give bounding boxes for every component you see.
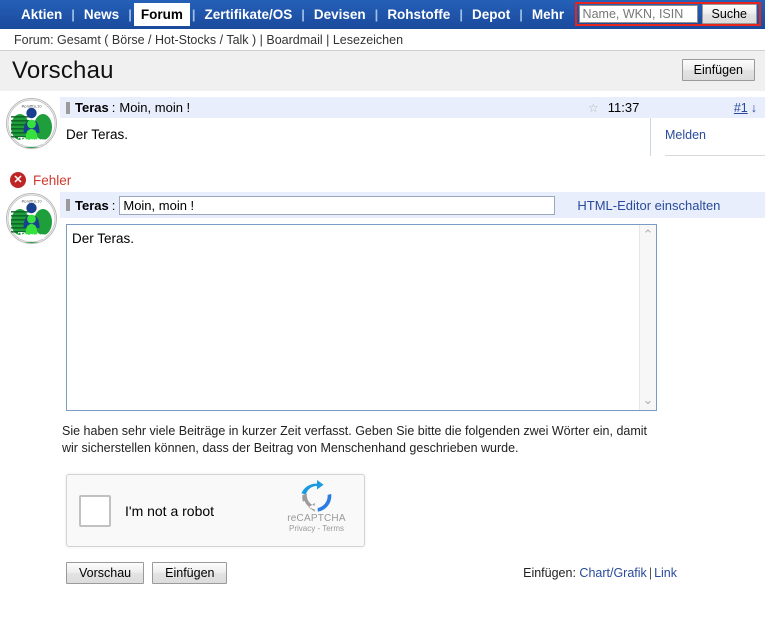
page-title: Vorschau [12, 57, 114, 84]
nav-separator: | [128, 7, 132, 22]
post-main: Teras : Moin, moin ! ☆ 11:37 #1 ↓ Der Ter… [60, 97, 765, 156]
star-icon[interactable]: ☆ [588, 102, 599, 114]
breadcrumb-text[interactable]: Forum: Gesamt ( Börse / Hot-Stocks / Tal… [14, 33, 403, 47]
post-number-group: #1 ↓ [734, 101, 757, 115]
error-message: ✕ Fehler [0, 156, 765, 190]
post-header: Teras : Moin, moin ! ☆ 11:37 #1 ↓ [60, 97, 765, 118]
post-time-group: ☆ 11:37 [588, 100, 639, 115]
recaptcha-brand: reCAPTCHA Privacy - Terms [279, 480, 354, 533]
top-navigation-bar: Aktien | News | Forum | Zertifikate/OS |… [0, 0, 765, 29]
nav-item-mehr[interactable]: Mehr [525, 3, 571, 26]
recaptcha-label: I'm not a robot [125, 502, 215, 519]
edit-form: Teras #profito.10 Teras : HTML-Editor ei… [0, 190, 765, 411]
post-separator: : [111, 100, 116, 115]
form-main: Teras : HTML-Editor einschalten ⌃ ⌄ [60, 192, 765, 411]
error-icon: ✕ [10, 172, 26, 188]
svg-text:#profito.10: #profito.10 [21, 105, 42, 109]
user-mark-icon [66, 199, 70, 211]
chart-grafik-link[interactable]: Chart/Grafik [579, 566, 646, 580]
side-divider [665, 155, 765, 156]
avatar-image: Teras #profito.10 [7, 99, 56, 148]
form-separator: : [111, 197, 116, 213]
footer-actions: Vorschau Einfügen Einfügen: Chart/Grafik… [0, 561, 765, 585]
down-arrow-icon[interactable]: ↓ [748, 101, 757, 115]
page-title-bar: Vorschau Einfügen [0, 51, 765, 91]
svg-text:Teras: Teras [18, 137, 45, 147]
recaptcha-logo-icon [300, 480, 331, 512]
post-body-text: Der Teras. [60, 118, 651, 156]
nav-separator: | [374, 7, 379, 22]
scroll-up-icon[interactable]: ⌃ [643, 228, 654, 241]
avatar-column: Teras #profito.10 [0, 97, 60, 156]
form-avatar-column: Teras #profito.10 [0, 192, 60, 411]
nav-separator: | [71, 7, 75, 22]
insert-links-group: Einfügen: Chart/Grafik | Link [523, 566, 677, 580]
captcha-hint-text: Sie haben sehr viele Beiträge in kurzer … [62, 424, 648, 455]
nav-separator: | [519, 7, 523, 22]
body-textarea[interactable] [66, 224, 657, 411]
preview-post: Teras #profito.10 Teras : Moin, moin ! ☆… [0, 91, 765, 156]
nav-item-aktien[interactable]: Aktien [14, 3, 69, 26]
avatar-image: Teras #profito.10 [7, 194, 56, 243]
links-separator: | [648, 566, 653, 580]
nav-item-news[interactable]: News [77, 3, 126, 26]
scroll-down-icon[interactable]: ⌄ [643, 393, 654, 406]
avatar[interactable]: Teras #profito.10 [6, 98, 57, 149]
link-link[interactable]: Link [654, 566, 677, 580]
nav-item-depot[interactable]: Depot [465, 3, 517, 26]
user-mark-icon [66, 101, 70, 114]
recaptcha-terms[interactable]: Privacy - Terms [279, 524, 354, 533]
nav-item-forum[interactable]: Forum [133, 3, 190, 26]
breadcrumb: Forum: Gesamt ( Börse / Hot-Stocks / Tal… [0, 29, 765, 51]
preview-button[interactable]: Vorschau [66, 562, 145, 584]
form-header: Teras : HTML-Editor einschalten [60, 192, 765, 218]
nav-separator: | [301, 7, 305, 22]
insert-prefix-label: Einfügen: [523, 566, 576, 580]
post-body-row: Der Teras. Melden [60, 118, 765, 156]
post-username[interactable]: Teras [75, 100, 109, 115]
search-highlight-box: Suche [574, 2, 761, 26]
recaptcha-widget[interactable]: I'm not a robot reCAPTCHA Privacy - Term… [66, 474, 365, 547]
nav-separator: | [191, 7, 196, 22]
search-button[interactable]: Suche [701, 4, 757, 24]
avatar[interactable]: Teras #profito.10 [6, 193, 57, 244]
nav-item-zertifikate-os[interactable]: Zertifikate/OS [197, 3, 299, 26]
form-username: Teras [75, 197, 109, 213]
post-time: 11:37 [607, 100, 640, 115]
post-number-link[interactable]: #1 [734, 101, 748, 115]
search-input[interactable] [578, 5, 698, 23]
body-textarea-wrapper: ⌃ ⌄ [66, 224, 657, 411]
svg-text:Teras: Teras [18, 232, 45, 242]
recaptcha-checkbox[interactable] [79, 494, 111, 527]
insert-button-bottom[interactable]: Einfügen [152, 562, 228, 584]
svg-text:#profito.10: #profito.10 [21, 200, 42, 204]
report-link[interactable]: Melden [665, 128, 706, 142]
nav-item-devisen[interactable]: Devisen [307, 3, 373, 26]
subject-input[interactable] [119, 195, 556, 215]
post-subject: Moin, moin ! [119, 100, 191, 115]
textarea-scrollbar[interactable]: ⌃ ⌄ [639, 225, 656, 410]
html-editor-link[interactable]: HTML-Editor einschalten [577, 198, 720, 213]
post-side-column: Melden [651, 118, 765, 156]
error-text: Fehler [33, 172, 72, 188]
nav-item-rohstoffe[interactable]: Rohstoffe [380, 3, 457, 26]
recaptcha-brand-name: reCAPTCHA [287, 513, 346, 524]
insert-button-top[interactable]: Einfügen [681, 59, 755, 81]
nav-separator: | [459, 7, 463, 22]
